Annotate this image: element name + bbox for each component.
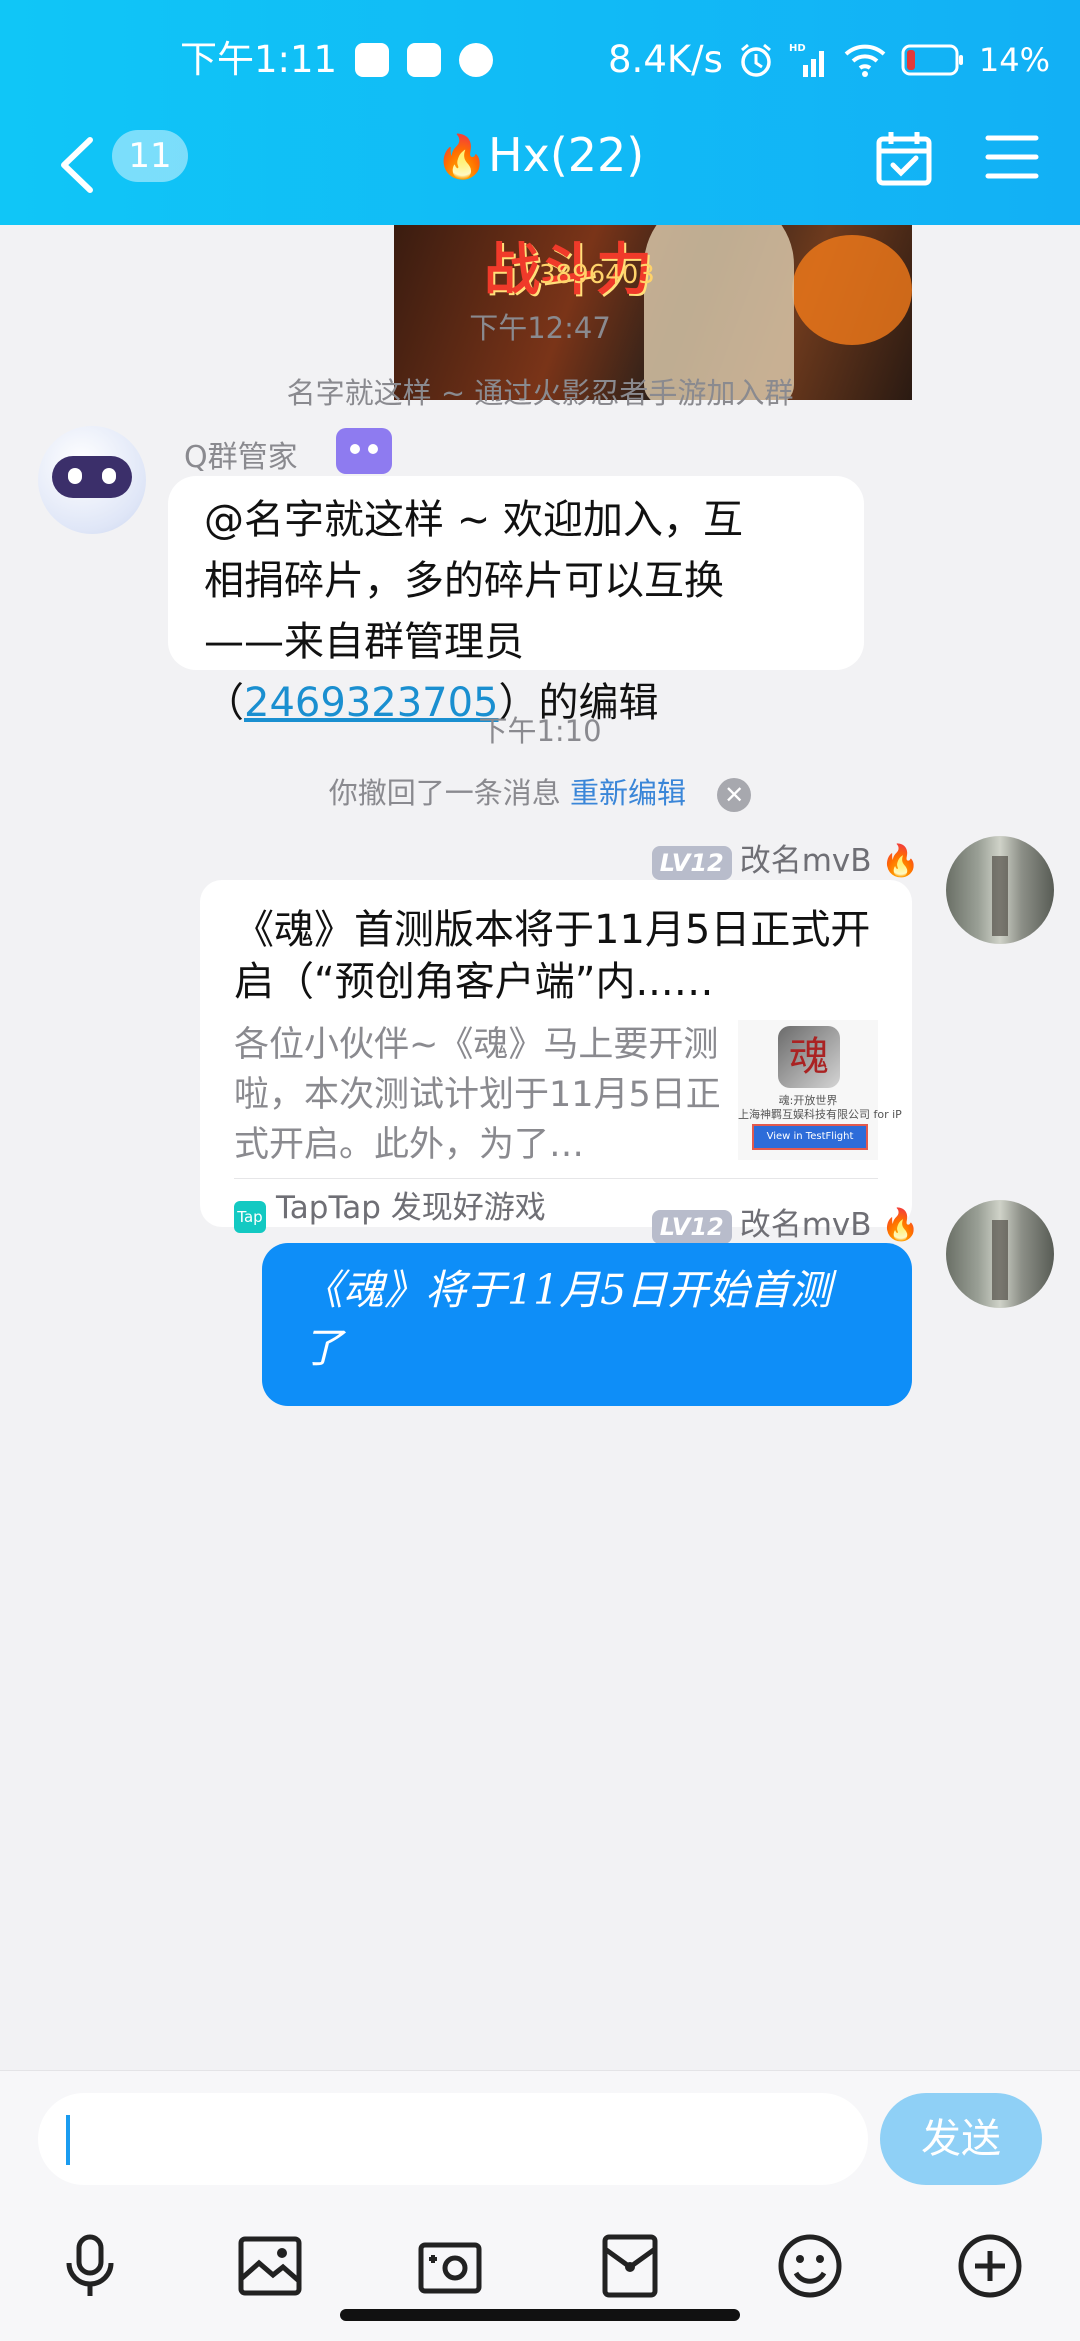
user-avatar[interactable] bbox=[946, 1200, 1054, 1308]
close-icon[interactable]: ✕ bbox=[717, 778, 752, 812]
battery-percent: 14% bbox=[978, 41, 1050, 79]
timestamp: 下午1:10 bbox=[478, 714, 602, 748]
recall-text: 你撤回了一条消息 bbox=[328, 776, 561, 810]
fire-icon: 🔥 bbox=[881, 1207, 920, 1243]
sender-name[interactable]: LV12 改名mvB 🔥 bbox=[651, 1199, 920, 1244]
status-bar-left: 下午1:11 bbox=[180, 30, 494, 90]
card-source: Tap TapTap 发现好游戏 bbox=[234, 1186, 546, 1233]
robot-badge-icon bbox=[336, 428, 392, 474]
app-notification-icon bbox=[355, 43, 390, 77]
bot-eye bbox=[102, 468, 116, 484]
browser-notification-icon bbox=[459, 43, 494, 77]
status-time: 下午1:11 bbox=[180, 38, 338, 81]
taptap-icon: Tap bbox=[234, 1201, 266, 1233]
group-name: Hx(22) bbox=[488, 128, 645, 182]
message-list[interactable]: 战斗力 3896403 下午12:47 名字就这样 ~ 通过火影忍者手游加入群 … bbox=[0, 225, 1080, 2070]
card-description: 各位小伙伴~《魂》马上要开测啦，本次测试计划于11月5日正式开启。此外，为了… bbox=[234, 1025, 721, 1165]
alarm-icon bbox=[740, 43, 771, 77]
user-avatar[interactable] bbox=[946, 836, 1054, 944]
wifi-icon bbox=[844, 44, 886, 77]
thumb-company: 上海神羁互娱科技有限公司 for iP bbox=[738, 1108, 902, 1121]
join-notice: 名字就这样 ~ 通过火影忍者手游加入群 bbox=[286, 376, 794, 410]
user-name: 改名mvB bbox=[739, 1207, 872, 1243]
recall-notice: 你撤回了一条消息 重新编辑 ✕ bbox=[0, 770, 1080, 812]
card-thumbnail: 魂 魂:开放世界 上海神羁互娱科技有限公司 for iP View in Tes… bbox=[738, 1020, 902, 1160]
sender-name[interactable]: Q群管家 bbox=[184, 432, 298, 476]
bot-avatar[interactable] bbox=[38, 426, 146, 534]
thumb-testflight-button: View in TestFlight bbox=[752, 1124, 868, 1150]
bot-text-line: 相捐碎片，多的碎片可以互换 bbox=[204, 558, 724, 604]
bot-text-line: @名字就这样 ~ 欢迎加入，互 bbox=[204, 497, 743, 543]
message-input[interactable] bbox=[38, 2093, 868, 2185]
calendar-check-icon[interactable] bbox=[874, 128, 934, 188]
signal-icon: HD bbox=[789, 43, 824, 77]
card-source-text: TapTap 发现好游戏 bbox=[276, 1190, 546, 1226]
menu-icon[interactable] bbox=[984, 132, 1040, 182]
level-badge: LV12 bbox=[651, 1209, 732, 1244]
navbar: 11 🔥Hx(22) bbox=[0, 120, 1080, 210]
timestamp: 下午12:47 bbox=[469, 311, 611, 345]
home-indicator[interactable] bbox=[340, 2309, 740, 2321]
map-notification-icon bbox=[407, 43, 442, 77]
battery-icon bbox=[901, 44, 963, 76]
svg-text:HD: HD bbox=[789, 43, 806, 54]
re-edit-link[interactable]: 重新编辑 bbox=[570, 776, 686, 810]
game-logo: 魂 bbox=[778, 1026, 840, 1088]
text-caret bbox=[66, 2115, 70, 2165]
bot-text-line: ——来自群管理员 bbox=[204, 619, 524, 665]
send-button[interactable]: 发送 bbox=[880, 2093, 1042, 2185]
user-message-bubble[interactable]: 《魂》将于11月5日开始首测了 bbox=[262, 1243, 912, 1406]
fire-icon: 🔥 bbox=[881, 843, 920, 879]
card-divider bbox=[234, 1178, 878, 1179]
input-bar: 发送 bbox=[0, 2070, 1080, 2341]
sender-name[interactable]: LV12 改名mvB 🔥 bbox=[651, 835, 920, 880]
camera-icon[interactable] bbox=[415, 2231, 485, 2301]
fire-icon: 🔥 bbox=[435, 132, 489, 181]
red-packet-icon[interactable] bbox=[595, 2231, 665, 2301]
emoji-icon[interactable] bbox=[775, 2231, 845, 2301]
bot-visor bbox=[52, 456, 132, 498]
level-badge: LV12 bbox=[651, 845, 732, 880]
net-speed: 8.4K/s bbox=[608, 38, 723, 81]
image-overlay-number: 3896403 bbox=[539, 260, 655, 290]
microphone-icon[interactable] bbox=[55, 2231, 125, 2301]
status-bar-right: 8.4K/s HD 14% bbox=[608, 30, 1050, 90]
user-name: 改名mvB bbox=[739, 843, 872, 879]
card-title: 《魂》首测版本将于11月5日正式开启（“预创角客户端”内...… bbox=[234, 907, 871, 1005]
header: 下午1:11 8.4K/s HD 14% 11 🔥Hx(22) bbox=[0, 0, 1080, 225]
bot-eye bbox=[68, 468, 82, 484]
plus-icon[interactable] bbox=[955, 2231, 1025, 2301]
bot-message-bubble[interactable]: @名字就这样 ~ 欢迎加入，互 相捐碎片，多的碎片可以互换 ——来自群管理员 （… bbox=[168, 476, 864, 726]
share-card[interactable]: 《魂》首测版本将于11月5日正式开启（“预创角客户端”内...… 各位小伙伴~《… bbox=[200, 880, 912, 1233]
image-icon[interactable] bbox=[235, 2231, 305, 2301]
toolbar bbox=[0, 2231, 1080, 2311]
